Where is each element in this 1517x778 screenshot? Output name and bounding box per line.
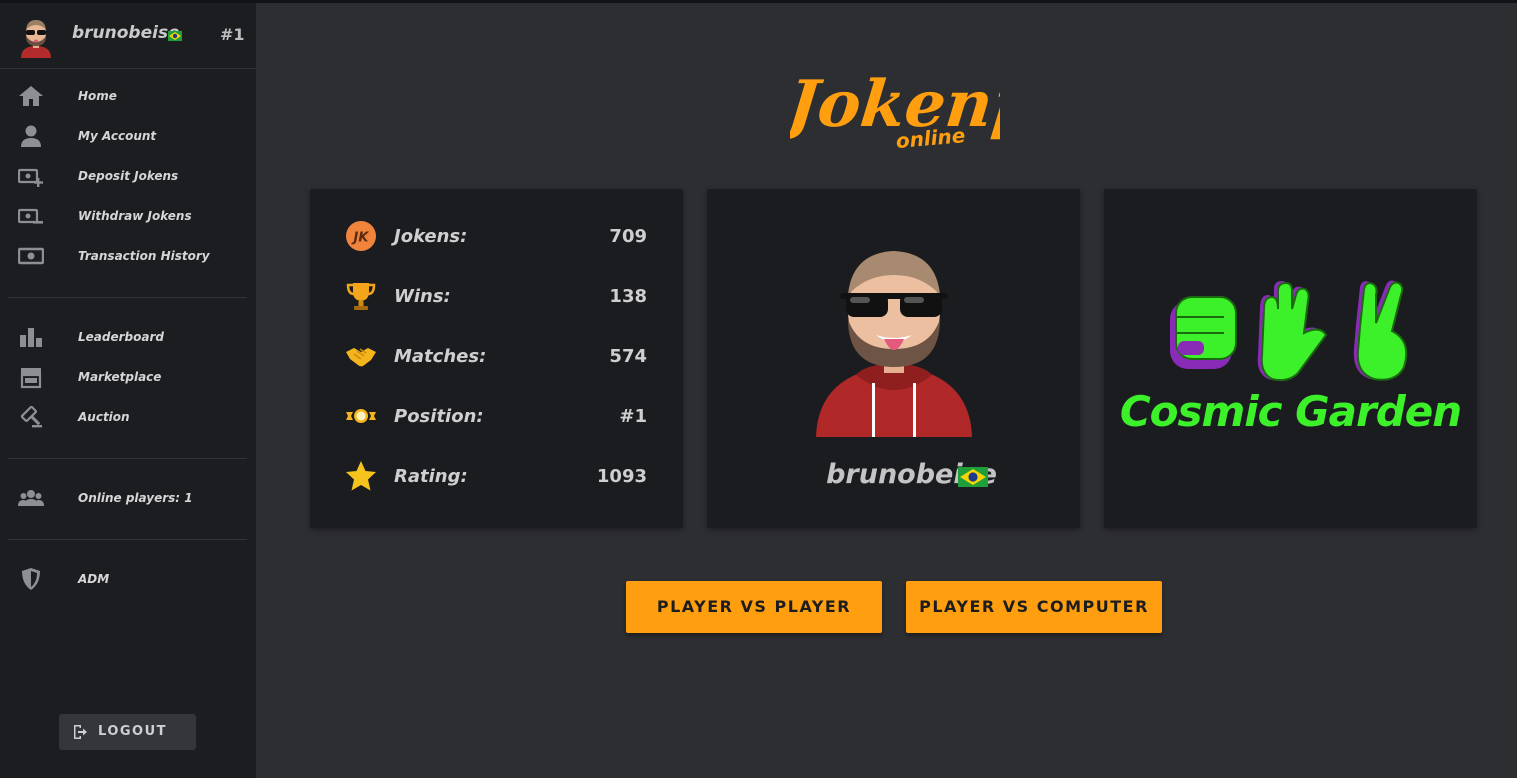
nav-marketplace-label: Marketplace — [78, 370, 162, 384]
user-avatar-icon — [21, 20, 51, 58]
joken-coin-icon: JK — [346, 221, 376, 251]
money-icon — [18, 247, 44, 265]
logout-button[interactable]: LOGOUT — [59, 714, 196, 750]
nav-my-account-label: My Account — [78, 129, 157, 143]
stat-label: Rating: — [394, 466, 468, 487]
sidebar-divider — [8, 297, 247, 298]
trophy-icon — [346, 283, 376, 310]
player-avatar — [816, 251, 972, 437]
stat-label: Matches: — [394, 346, 487, 367]
deposit-icon — [18, 168, 43, 187]
nav-withdraw-label: Withdraw Jokens — [78, 209, 192, 223]
player-name: brunobeise — [826, 459, 997, 490]
stat-label: Wins: — [394, 286, 451, 307]
nav-adm-label: ADM — [78, 572, 110, 586]
gavel-icon — [20, 405, 42, 428]
stat-row-jokens: JK Jokens: 709 — [310, 216, 683, 256]
nav-leaderboard[interactable]: Leaderboard — [0, 319, 256, 355]
nav-auction[interactable]: Auction — [0, 399, 256, 435]
stats-card: JK Jokens: 709 Wins: 138 Matches: 574 Po… — [310, 189, 683, 528]
nav-deposit-label: Deposit Jokens — [78, 169, 179, 183]
stat-row-wins: Wins: 138 — [310, 276, 683, 316]
stat-value: 1093 — [596, 466, 647, 487]
nav-deposit[interactable]: Deposit Jokens — [0, 158, 256, 194]
nav-home-label: Home — [78, 89, 117, 103]
svg-text:JK: JK — [351, 231, 370, 246]
logout-label: LOGOUT — [98, 724, 168, 739]
nav-my-account[interactable]: My Account — [0, 118, 256, 154]
sidebar-divider — [8, 539, 247, 540]
sidebar-divider — [8, 458, 247, 459]
player-card: brunobeise — [707, 189, 1080, 528]
nav-transaction-history-label: Transaction History — [78, 249, 210, 263]
stat-value: 574 — [609, 346, 647, 367]
brand-name: Cosmic Garden — [1119, 387, 1462, 436]
nav-marketplace[interactable]: Marketplace — [0, 359, 256, 395]
stat-label: Position: — [394, 406, 484, 427]
home-icon — [19, 86, 43, 106]
nav-adm[interactable]: ADM — [0, 561, 256, 597]
brand-card: Cosmic Garden — [1104, 189, 1477, 528]
users-icon — [18, 490, 44, 506]
brazil-flag-icon — [168, 31, 182, 41]
nav-auction-label: Auction — [78, 410, 130, 424]
stat-label: Jokens: — [394, 226, 468, 247]
nav-home[interactable]: Home — [0, 78, 256, 114]
sidebar-rank: #1 — [220, 25, 245, 44]
player-vs-player-button[interactable]: PLAYER VS PLAYER — [626, 581, 882, 633]
rock-paper-scissors-hands-image — [1170, 280, 1408, 382]
stat-value: 138 — [609, 286, 647, 307]
sidebar-profile[interactable]: brunobeise #1 — [0, 3, 256, 69]
shield-icon — [22, 568, 40, 590]
stat-row-position: Position: #1 — [310, 396, 683, 436]
user-icon — [21, 125, 41, 147]
stat-row-matches: Matches: 574 — [310, 336, 683, 376]
stat-row-rating: Rating: 1093 — [310, 456, 683, 496]
store-icon — [20, 368, 42, 389]
nav-leaderboard-label: Leaderboard — [78, 330, 164, 344]
nav-transaction-history[interactable]: Transaction History — [0, 238, 256, 274]
nav-online-players-label: Online players: 1 — [78, 491, 193, 505]
brazil-flag-icon — [958, 467, 988, 487]
nav-online-players[interactable]: Online players: 1 — [0, 480, 256, 516]
logout-icon — [74, 725, 87, 739]
logo-subtitle: online — [895, 123, 966, 153]
stat-value: 709 — [609, 226, 647, 247]
jokenpo-logo: Jokenpo online — [790, 67, 1000, 153]
withdraw-icon — [18, 208, 43, 224]
medal-icon — [346, 409, 376, 423]
stat-value: #1 — [619, 406, 647, 427]
sidebar-username: brunobeise — [72, 23, 180, 43]
nav-withdraw[interactable]: Withdraw Jokens — [0, 198, 256, 234]
handshake-icon — [346, 348, 376, 367]
player-vs-computer-button[interactable]: PLAYER VS COMPUTER — [906, 581, 1162, 633]
star-icon — [346, 461, 376, 491]
sidebar: brunobeise #1 Home My Account Deposit Jo… — [0, 3, 256, 778]
bar-chart-icon — [20, 328, 42, 347]
